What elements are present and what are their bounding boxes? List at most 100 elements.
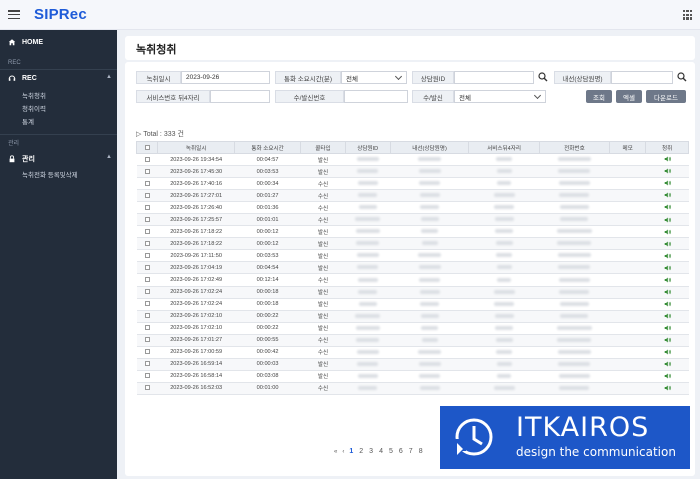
speaker-icon[interactable] bbox=[664, 204, 671, 210]
sidebar-item-phone-registration[interactable]: 녹취전화 등록및삭제 bbox=[22, 169, 78, 179]
extension-input[interactable] bbox=[611, 71, 673, 84]
sidebar-item-statistics[interactable]: 통계 bbox=[22, 116, 34, 126]
row-checkbox[interactable] bbox=[144, 168, 150, 174]
table-row[interactable]: 2023-09-26 17:45:30 00:03:53 발신 bbox=[136, 165, 689, 179]
row-checkbox[interactable] bbox=[144, 204, 150, 210]
record-date-input[interactable]: 2023-09-26 bbox=[181, 71, 270, 84]
row-checkbox[interactable] bbox=[144, 301, 150, 307]
search-icon[interactable] bbox=[677, 72, 687, 82]
page-number-button[interactable]: 8 bbox=[419, 448, 423, 455]
sidebar-item-listen-history[interactable]: 청취이력 bbox=[22, 103, 46, 113]
table-row[interactable]: 2023-09-26 17:18:22 00:00:12 발신 bbox=[136, 237, 689, 251]
table-row[interactable]: 2023-09-26 17:01:27 00:00:55 수신 bbox=[136, 334, 689, 347]
service-number-input[interactable] bbox=[210, 90, 270, 103]
table-row[interactable]: 2023-09-26 17:02:10 00:00:22 발신 bbox=[136, 322, 689, 335]
table-row[interactable]: 2023-09-26 17:26:40 00:01:36 수신 bbox=[136, 201, 689, 215]
speaker-icon[interactable] bbox=[664, 253, 671, 259]
row-checkbox[interactable] bbox=[144, 289, 150, 295]
row-checkbox[interactable] bbox=[144, 252, 150, 258]
duration-select[interactable]: 전체 bbox=[341, 71, 407, 84]
redacted-cell bbox=[345, 177, 391, 191]
row-checkbox[interactable] bbox=[144, 325, 150, 331]
table-row[interactable]: 2023-09-26 17:04:19 00:04:54 발신 bbox=[136, 261, 689, 275]
row-checkbox[interactable] bbox=[144, 337, 150, 343]
page-number-button[interactable]: 4 bbox=[379, 448, 383, 455]
table-row[interactable]: 2023-09-26 16:52:03 00:01:00 수신 bbox=[136, 382, 689, 395]
row-checkbox[interactable] bbox=[144, 216, 150, 222]
column-header: 전화번호 bbox=[538, 141, 611, 154]
table-row[interactable]: 2023-09-26 17:02:24 00:00:18 발신 bbox=[136, 298, 689, 311]
select-all-checkbox[interactable] bbox=[144, 144, 150, 150]
menu-icon[interactable] bbox=[8, 10, 20, 20]
speaker-icon[interactable] bbox=[664, 277, 671, 283]
app-logo[interactable]: SIPRec bbox=[34, 6, 87, 23]
speaker-icon[interactable] bbox=[664, 301, 671, 307]
sidebar-group-rec[interactable]: REC ▲ bbox=[8, 74, 112, 82]
speaker-icon[interactable] bbox=[664, 325, 671, 331]
table-row[interactable]: 2023-09-26 17:02:24 00:00:18 발신 bbox=[136, 286, 689, 299]
redacted-cell bbox=[345, 225, 391, 239]
speaker-icon[interactable] bbox=[664, 241, 671, 247]
table-row[interactable]: 2023-09-26 17:02:49 00:12:14 수신 bbox=[136, 273, 689, 287]
row-checkbox[interactable] bbox=[144, 240, 150, 246]
speaker-icon[interactable] bbox=[664, 361, 671, 367]
excel-button[interactable]: 엑셀 bbox=[616, 90, 642, 103]
speaker-icon[interactable] bbox=[664, 156, 671, 162]
search-button[interactable]: 조회 bbox=[586, 90, 612, 103]
table-row[interactable]: 2023-09-26 17:00:59 00:00:42 수신 bbox=[136, 346, 689, 359]
page-number-button[interactable]: 3 bbox=[369, 448, 373, 455]
row-checkbox[interactable] bbox=[144, 313, 150, 319]
speaker-icon[interactable] bbox=[664, 192, 671, 198]
agent-id-input[interactable] bbox=[454, 71, 534, 84]
row-checkbox[interactable] bbox=[144, 277, 150, 282]
direction-select[interactable]: 전체 bbox=[454, 90, 546, 103]
page-number-button[interactable]: 6 bbox=[399, 448, 403, 455]
speaker-icon[interactable] bbox=[664, 180, 671, 186]
download-button[interactable]: 다운로드 bbox=[646, 90, 686, 103]
page-number-button[interactable]: 1 bbox=[349, 448, 353, 455]
row-checkbox[interactable] bbox=[144, 264, 150, 270]
table-row[interactable]: 2023-09-26 17:18:22 00:00:12 발신 bbox=[136, 225, 689, 239]
row-checkbox[interactable] bbox=[144, 192, 150, 198]
speaker-icon[interactable] bbox=[664, 349, 671, 355]
row-checkbox[interactable] bbox=[144, 180, 150, 186]
page-number-button[interactable]: 2 bbox=[359, 448, 363, 455]
redacted-value bbox=[421, 241, 438, 246]
memo-cell bbox=[609, 225, 646, 239]
speaker-icon[interactable] bbox=[664, 313, 671, 319]
caller-number-label: 수/발신번호 bbox=[275, 90, 344, 103]
row-checkbox[interactable] bbox=[144, 349, 150, 355]
page-number-button[interactable]: 5 bbox=[389, 448, 393, 455]
table-row[interactable]: 2023-09-26 17:27:01 00:01:27 수신 bbox=[136, 189, 689, 203]
first-page-button[interactable]: « bbox=[334, 449, 337, 455]
table-row[interactable]: 2023-09-26 17:25:57 00:01:01 수신 bbox=[136, 213, 689, 227]
sidebar-group-admin[interactable]: 관리 ▲ bbox=[8, 154, 112, 164]
speaker-icon[interactable] bbox=[664, 337, 671, 343]
table-row[interactable]: 2023-09-26 16:58:14 00:03:08 발신 bbox=[136, 370, 689, 383]
table-row[interactable]: 2023-09-26 19:34:54 00:04:57 발신 bbox=[136, 153, 689, 167]
sidebar-item-home[interactable]: HOME bbox=[8, 38, 43, 46]
speaker-icon[interactable] bbox=[664, 217, 671, 223]
row-checkbox[interactable] bbox=[144, 156, 150, 162]
caller-number-input[interactable] bbox=[344, 90, 408, 103]
speaker-icon[interactable] bbox=[664, 289, 671, 295]
row-checkbox[interactable] bbox=[144, 373, 150, 379]
table-row[interactable]: 2023-09-26 17:11:50 00:03:53 발신 bbox=[136, 249, 689, 263]
redacted-value bbox=[557, 349, 591, 354]
row-checkbox[interactable] bbox=[144, 385, 150, 391]
table-row[interactable]: 2023-09-26 17:02:10 00:00:22 발신 bbox=[136, 310, 689, 323]
search-icon[interactable] bbox=[538, 72, 548, 82]
speaker-icon[interactable] bbox=[664, 168, 671, 174]
prev-page-button[interactable]: ‹ bbox=[342, 449, 344, 455]
apps-grid-icon[interactable] bbox=[683, 10, 693, 20]
row-checkbox[interactable] bbox=[144, 361, 150, 367]
page-number-button[interactable]: 7 bbox=[409, 448, 413, 455]
speaker-icon[interactable] bbox=[664, 385, 671, 391]
table-row[interactable]: 2023-09-26 16:59:14 00:00:03 발신 bbox=[136, 358, 689, 371]
table-row[interactable]: 2023-09-26 17:40:16 00:00:34 수신 bbox=[136, 177, 689, 191]
sidebar-item-record-listen[interactable]: 녹취청취 bbox=[22, 90, 46, 100]
speaker-icon[interactable] bbox=[664, 265, 671, 271]
speaker-icon[interactable] bbox=[664, 373, 671, 379]
row-checkbox[interactable] bbox=[144, 228, 150, 234]
speaker-icon[interactable] bbox=[664, 229, 671, 235]
